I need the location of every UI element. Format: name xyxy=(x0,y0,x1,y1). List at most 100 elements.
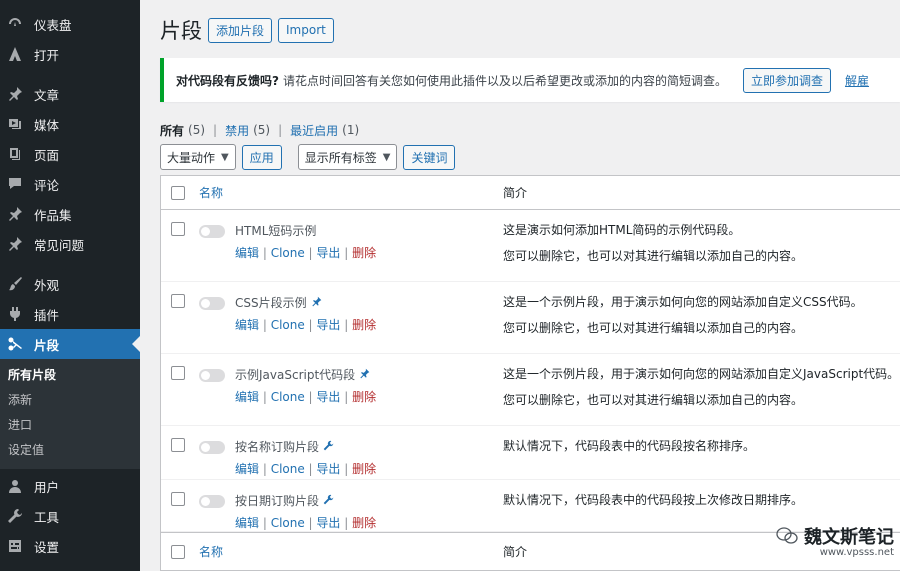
dismiss-link[interactable]: 解雇 xyxy=(845,72,869,89)
feedback-notice: 对代码段有反馈吗? 请花点时间回答有关您如何使用此插件以及以后希望更改或添加的内… xyxy=(160,58,900,102)
snippet-description: 这是一个示例片段，用于演示如何向您的网站添加自定义CSS代码。 您可以删除它，也… xyxy=(503,282,863,353)
sidebar-item-media[interactable]: 媒体 xyxy=(0,109,140,139)
sidebar-item-comments[interactable]: 评论 xyxy=(0,169,140,199)
submenu-all-snippets[interactable]: 所有片段 xyxy=(0,363,140,388)
row-checkbox[interactable] xyxy=(171,294,185,308)
snippet-title[interactable]: 按名称订购片段 xyxy=(235,438,376,455)
brush-icon xyxy=(6,275,24,293)
settings-icon xyxy=(6,537,24,555)
add-snippet-button[interactable]: 添加片段 xyxy=(208,17,273,43)
row-checkbox[interactable] xyxy=(171,366,185,380)
row-actions: 编辑 | Clone | 导出 | 删除 xyxy=(235,390,377,404)
delete-link[interactable]: 删除 xyxy=(352,462,376,476)
column-footer-name[interactable]: 名称 xyxy=(185,543,503,560)
sidebar-item-label: 作品集 xyxy=(34,207,72,223)
column-footer-description: 简介 xyxy=(503,545,528,559)
snippet-title[interactable]: 示例JavaScript代码段 xyxy=(235,366,376,383)
sidebar-item-users[interactable]: 用户 xyxy=(0,471,140,501)
activate-toggle[interactable] xyxy=(199,495,225,508)
sidebar-item-tools[interactable]: 工具 xyxy=(0,501,140,531)
edit-link[interactable]: 编辑 xyxy=(235,390,259,404)
sidebar-item-plugins[interactable]: 插件 xyxy=(0,299,140,329)
sidebar-item-label: 常见问题 xyxy=(34,237,85,253)
table-toolbar: 大量动作 ▼ 应用 显示所有标签 ▼ 关键词 xyxy=(160,142,900,172)
apply-button[interactable]: 应用 xyxy=(241,144,282,170)
sidebar-item-dashboard[interactable]: 仪表盘 xyxy=(0,9,140,39)
description-line: 您可以删除它，也可以对其进行编辑以添加自己的内容。 xyxy=(503,321,804,336)
sidebar-item-label: 设置 xyxy=(34,539,60,555)
filter-separator: | xyxy=(213,123,218,137)
sidebar-item-appearance[interactable]: 外观 xyxy=(0,269,140,299)
clone-link[interactable]: Clone xyxy=(271,516,305,530)
clone-link[interactable]: Clone xyxy=(271,246,305,260)
sidebar-item-label: 打开 xyxy=(34,47,60,63)
export-link[interactable]: 导出 xyxy=(316,246,340,260)
snippets-table: 名称 简介 HTML短码示例 编辑 | Clone | 导出 | 删除 这是演示… xyxy=(160,175,900,571)
row-checkbox[interactable] xyxy=(171,492,185,506)
page-icon xyxy=(6,145,24,163)
edit-link[interactable]: 编辑 xyxy=(235,246,259,260)
export-link[interactable]: 导出 xyxy=(316,516,340,530)
survey-button[interactable]: 立即参加调查 xyxy=(742,67,831,93)
snippet-title[interactable]: CSS片段示例 xyxy=(235,294,376,311)
description-line: 您可以删除它，也可以对其进行编辑以添加自己的内容。 xyxy=(503,393,804,408)
submenu-import[interactable]: 进口 xyxy=(0,413,140,438)
pin-icon xyxy=(6,205,24,223)
media-icon xyxy=(6,115,24,133)
sidebar-item-posts[interactable]: 文章 xyxy=(0,79,140,109)
snippet-title-text: 按日期订购片段 xyxy=(235,494,320,508)
delete-link[interactable]: 删除 xyxy=(352,390,376,404)
export-link[interactable]: 导出 xyxy=(316,318,340,332)
activate-toggle[interactable] xyxy=(199,225,225,238)
watermark-url: www.vpsss.net xyxy=(819,547,894,558)
filter-all[interactable]: 所有 xyxy=(160,122,184,139)
export-link[interactable]: 导出 xyxy=(316,462,340,476)
snippet-title[interactable]: 按日期订购片段 xyxy=(235,492,376,509)
filter-disabled[interactable]: 禁用 xyxy=(225,122,249,139)
select-all-checkbox[interactable] xyxy=(171,544,185,559)
snippets-submenu: 所有片段 添新 进口 设定值 xyxy=(0,359,140,469)
activate-toggle[interactable] xyxy=(199,441,225,454)
export-link[interactable]: 导出 xyxy=(316,390,340,404)
description-line: 默认情况下，代码段表中的代码段按上次修改日期排序。 xyxy=(503,493,804,507)
sidebar-item-pages[interactable]: 页面 xyxy=(0,139,140,169)
sidebar-item-label: 片段 xyxy=(34,337,60,353)
edit-link[interactable]: 编辑 xyxy=(235,318,259,332)
activate-toggle[interactable] xyxy=(199,369,225,382)
sidebar-item-portfolio[interactable]: 作品集 xyxy=(0,199,140,229)
bulk-actions-select[interactable]: 大量动作 ▼ xyxy=(160,144,236,170)
select-all-checkbox[interactable] xyxy=(171,185,185,200)
clone-link[interactable]: Clone xyxy=(271,318,305,332)
row-checkbox[interactable] xyxy=(171,438,185,452)
scissors-icon xyxy=(6,335,24,353)
edit-link[interactable]: 编辑 xyxy=(235,462,259,476)
tags-filter-select[interactable]: 显示所有标签 ▼ xyxy=(297,144,398,170)
edit-link[interactable]: 编辑 xyxy=(235,516,259,530)
clone-link[interactable]: Clone xyxy=(271,462,305,476)
activate-toggle[interactable] xyxy=(199,297,225,310)
filter-separator: | xyxy=(278,123,283,137)
sidebar-item-open[interactable]: 打开 xyxy=(0,39,140,69)
import-button[interactable]: Import xyxy=(278,17,334,43)
user-icon xyxy=(6,477,24,495)
dashboard-icon xyxy=(6,15,24,33)
delete-link[interactable]: 删除 xyxy=(352,318,376,332)
delete-link[interactable]: 删除 xyxy=(352,246,376,260)
submenu-settings[interactable]: 设定值 xyxy=(0,438,140,463)
submenu-add-new[interactable]: 添新 xyxy=(0,388,140,413)
plugin-icon xyxy=(6,305,24,323)
sidebar-item-snippets[interactable]: 片段 xyxy=(0,329,140,359)
column-header-name[interactable]: 名称 xyxy=(185,184,503,201)
snippet-title-text: CSS片段示例 xyxy=(235,296,307,310)
delete-link[interactable]: 删除 xyxy=(352,516,376,530)
admin-sidebar: 仪表盘 打开 文章 媒体 页面 评论 作品集 常见问题 外观 插件 片段 所有片… xyxy=(0,0,140,571)
snippet-name-cell: CSS片段示例 编辑 | Clone | 导出 | 删除 xyxy=(185,282,503,353)
sidebar-item-settings[interactable]: 设置 xyxy=(0,531,140,561)
row-checkbox[interactable] xyxy=(171,222,185,236)
keyword-filter-button[interactable]: 关键词 xyxy=(403,144,456,170)
clone-link[interactable]: Clone xyxy=(271,390,305,404)
sidebar-item-faq[interactable]: 常见问题 xyxy=(0,229,140,259)
filter-recently-active[interactable]: 最近启用 xyxy=(290,122,338,139)
snippet-name-cell: 按日期订购片段 编辑 | Clone | 导出 | 删除 xyxy=(185,480,503,531)
snippet-title[interactable]: HTML短码示例 xyxy=(235,222,376,239)
